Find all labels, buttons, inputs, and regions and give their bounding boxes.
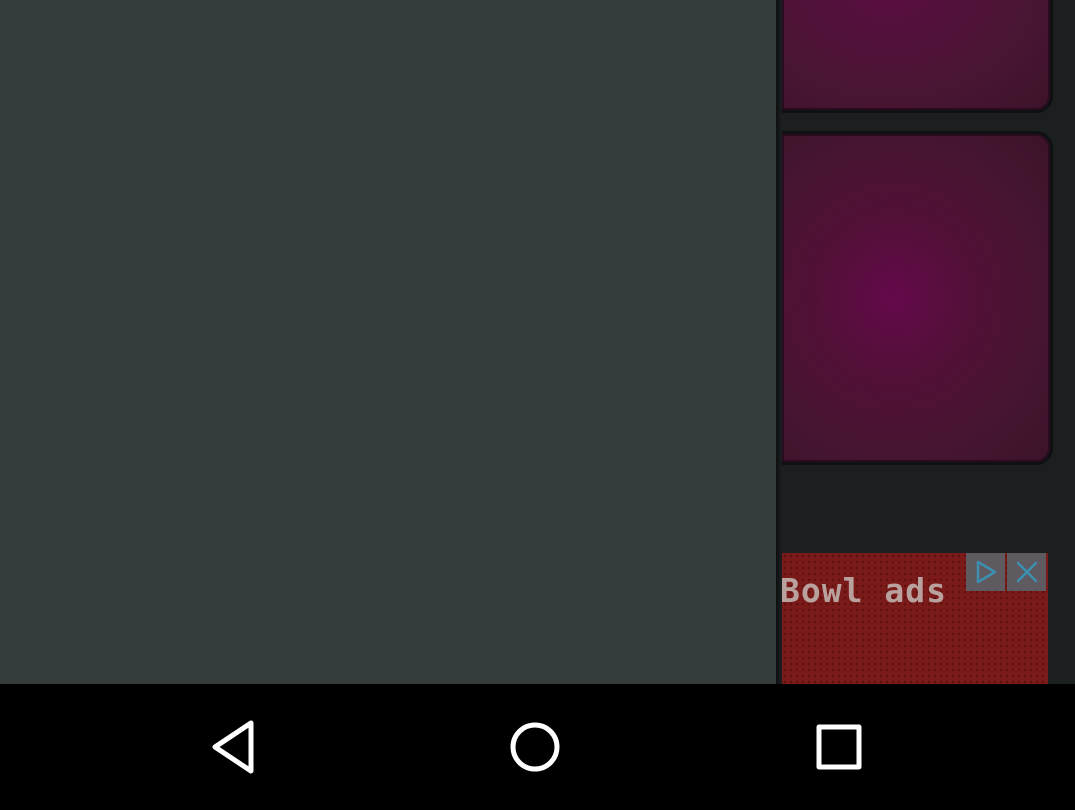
adchoices-button[interactable] xyxy=(966,553,1005,591)
recents-square-icon xyxy=(816,724,862,770)
navigation-drawer[interactable] xyxy=(0,0,776,684)
recents-button[interactable] xyxy=(779,684,899,810)
drum-pad-top[interactable] xyxy=(782,0,1050,110)
system-navigation-bar xyxy=(0,684,1075,810)
close-x-icon xyxy=(1016,561,1037,583)
ad-close-button[interactable] xyxy=(1007,553,1046,591)
home-circle-icon xyxy=(510,722,560,772)
play-triangle-icon xyxy=(976,560,996,584)
ad-text: Bowl ads xyxy=(782,571,947,610)
drum-pad-middle[interactable] xyxy=(782,134,1050,462)
drawer-shadow xyxy=(776,0,782,684)
home-button[interactable] xyxy=(475,684,595,810)
back-triangle-icon xyxy=(212,720,254,774)
back-button[interactable] xyxy=(175,684,295,810)
